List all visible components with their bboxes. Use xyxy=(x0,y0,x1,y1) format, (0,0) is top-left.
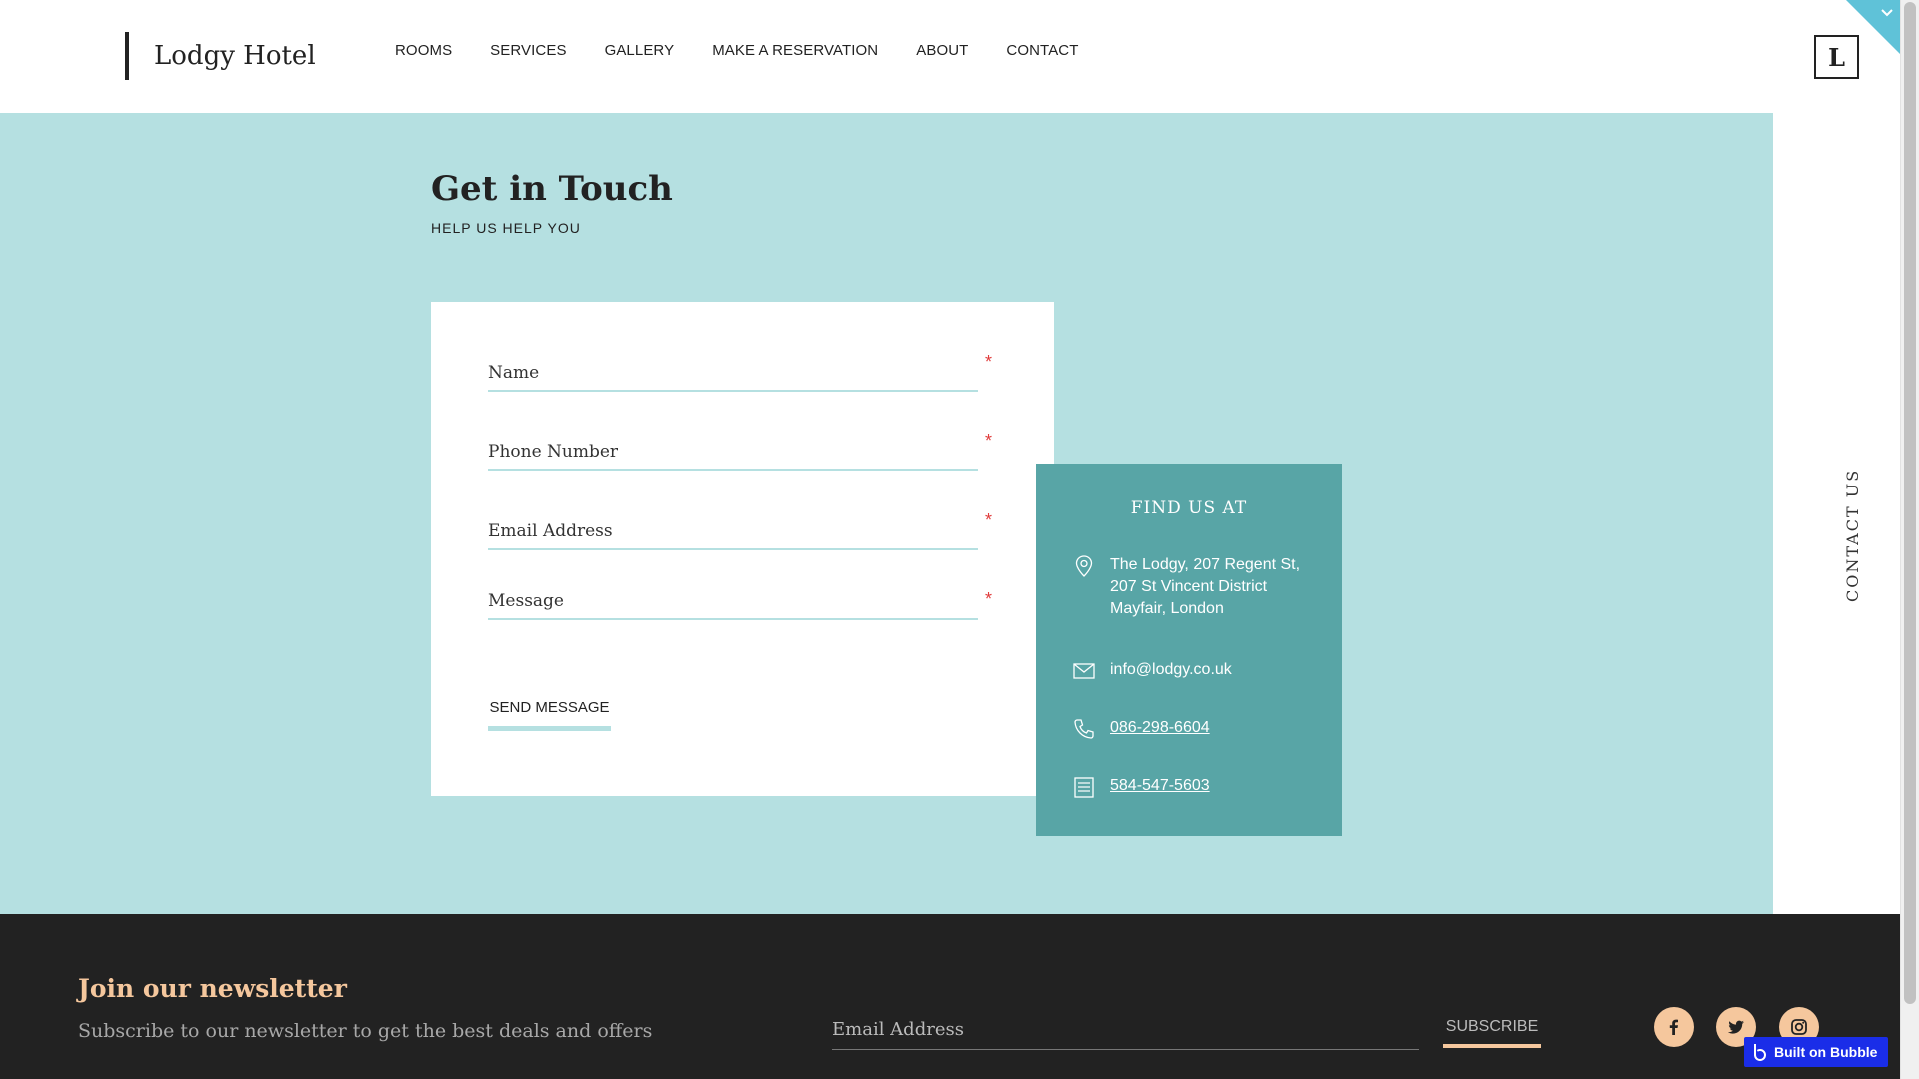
newsletter-subtitle: Subscribe to our newsletter to get the b… xyxy=(78,1020,653,1042)
name-input[interactable] xyxy=(488,350,978,388)
phone-link[interactable]: 086-298-6604 xyxy=(1110,717,1210,739)
phone-icon xyxy=(1074,719,1094,739)
fax-row: 584-547-5603 xyxy=(1072,775,1210,799)
envelope-icon xyxy=(1073,663,1095,679)
main-nav: ROOMS SERVICES GALLERY MAKE A RESERVATIO… xyxy=(395,42,1117,59)
map-pin-icon xyxy=(1075,555,1093,577)
required-mark: * xyxy=(985,589,993,609)
footer: Join our newsletter Subscribe to our new… xyxy=(0,914,1900,1079)
nav-item-gallery[interactable]: GALLERY xyxy=(605,42,675,59)
vertical-scrollbar[interactable] xyxy=(1900,0,1919,1079)
scrollbar-thumb[interactable] xyxy=(1904,2,1916,1004)
site-header: Lodgy Hotel ROOMS SERVICES GALLERY MAKE … xyxy=(0,0,1900,113)
email-field xyxy=(488,508,978,550)
send-message-button[interactable]: SEND MESSAGE xyxy=(488,699,611,731)
newsletter-email-field xyxy=(832,1010,1419,1050)
contact-section: Get in Touch HELP US HELP YOU * * * * SE… xyxy=(0,113,1773,914)
contact-form: * * * * SEND MESSAGE xyxy=(431,302,1054,796)
required-mark: * xyxy=(985,352,993,372)
nav-item-rooms[interactable]: ROOMS xyxy=(395,42,452,59)
facebook-button[interactable] xyxy=(1654,1007,1694,1047)
brand-bar xyxy=(125,32,129,80)
newsletter-title: Join our newsletter xyxy=(78,974,347,1003)
address-line: 207 St Vincent District xyxy=(1110,578,1268,595)
phone-field xyxy=(488,429,978,471)
address-text: The Lodgy, 207 Regent St, 207 St Vincent… xyxy=(1110,554,1300,620)
message-field xyxy=(488,578,978,620)
subscribe-button[interactable]: SUBSCRIBE xyxy=(1443,1012,1541,1048)
nav-item-make-a-reservation[interactable]: MAKE A RESERVATION xyxy=(712,42,878,59)
nav-item-services[interactable]: SERVICES xyxy=(490,42,566,59)
address-line: Mayfair, London xyxy=(1110,600,1224,617)
newsletter-email-input[interactable] xyxy=(832,1010,1419,1048)
fax-icon xyxy=(1074,777,1094,798)
logo-badge[interactable]: L xyxy=(1814,35,1859,79)
message-input[interactable] xyxy=(488,578,978,616)
fax-link[interactable]: 584-547-5603 xyxy=(1110,775,1210,797)
find-us-card: FIND US AT The Lodgy, 207 Regent St, 207… xyxy=(1036,464,1342,836)
bubble-logo-icon xyxy=(1754,1044,1767,1061)
bubble-badge-label: Built on Bubble xyxy=(1774,1044,1878,1060)
brand-name: Lodgy Hotel xyxy=(154,41,316,71)
phone-input[interactable] xyxy=(488,429,978,467)
side-section-label: CONTACT US xyxy=(1843,468,1862,602)
twitter-icon xyxy=(1727,1020,1744,1034)
nav-item-contact[interactable]: CONTACT xyxy=(1006,42,1078,59)
required-mark: * xyxy=(985,431,993,451)
required-mark: * xyxy=(985,510,993,530)
email-text[interactable]: info@lodgy.co.uk xyxy=(1110,659,1232,681)
chevron-down-icon xyxy=(1881,9,1893,17)
find-us-title: FIND US AT xyxy=(1130,498,1248,518)
phone-row: 086-298-6604 xyxy=(1072,717,1210,741)
email-input[interactable] xyxy=(488,508,978,546)
page-subtitle: HELP US HELP YOU xyxy=(431,220,581,236)
facebook-icon xyxy=(1669,1019,1678,1035)
name-field xyxy=(488,350,978,392)
built-on-bubble-badge[interactable]: Built on Bubble xyxy=(1744,1037,1888,1067)
address-line: The Lodgy, 207 Regent St, xyxy=(1110,556,1301,573)
address-row: The Lodgy, 207 Regent St, 207 St Vincent… xyxy=(1072,554,1300,620)
email-row: info@lodgy.co.uk xyxy=(1072,659,1232,683)
page-title: Get in Touch xyxy=(431,169,673,209)
brand[interactable]: Lodgy Hotel xyxy=(125,32,316,80)
side-strip xyxy=(1773,113,1900,914)
instagram-icon xyxy=(1791,1019,1807,1035)
nav-item-about[interactable]: ABOUT xyxy=(916,42,968,59)
